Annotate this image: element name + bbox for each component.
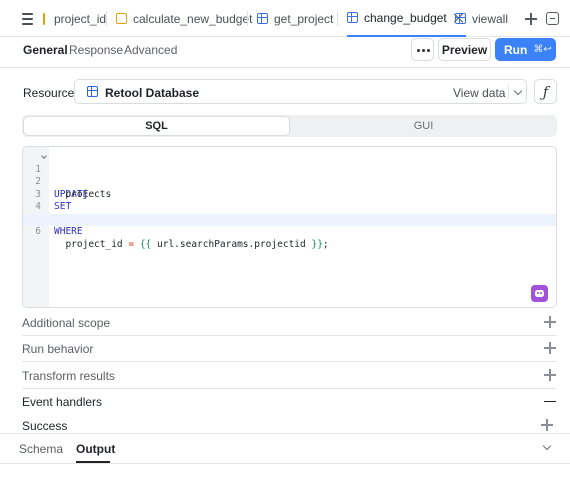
header-divider xyxy=(0,67,570,68)
collapse-panel-icon[interactable] xyxy=(546,12,559,25)
function-icon xyxy=(116,13,127,24)
tab-label: viewall xyxy=(472,11,509,26)
code-line: 2 projects xyxy=(23,164,556,200)
section-label: Run behavior xyxy=(22,342,94,356)
template-brace-open: {{ xyxy=(139,238,152,250)
add-handler-plus-icon[interactable] xyxy=(541,419,553,431)
tab-project-id[interactable]: project_id xyxy=(40,0,106,37)
divider xyxy=(508,85,509,99)
sql-code-editor[interactable]: 1 UPDATE 2 projects 3 SET 4 budget = 1 5… xyxy=(22,146,557,308)
database-query-icon xyxy=(455,13,466,24)
sql-operator: = xyxy=(128,238,135,250)
tab-label: change_budget xyxy=(364,10,447,25)
query-tab-bar: project_id calculate_new_budget get_proj… xyxy=(0,0,570,37)
preview-button[interactable]: Preview xyxy=(438,38,491,61)
tab-calculate-new-budget[interactable]: calculate_new_budget xyxy=(116,0,252,37)
tab-get-project[interactable]: get_project xyxy=(257,0,333,37)
more-options-button[interactable] xyxy=(411,38,434,61)
template-expression: url.searchParams.projectid xyxy=(157,238,306,250)
divider xyxy=(0,433,570,434)
section-transform-results[interactable]: Transform results xyxy=(22,362,557,388)
tab-viewall[interactable]: viewall xyxy=(455,0,508,37)
view-data-link[interactable]: View data xyxy=(453,86,505,100)
divider xyxy=(0,463,570,464)
section-label: Event handlers xyxy=(22,395,103,409)
expand-plus-icon[interactable] xyxy=(544,316,556,328)
js-variable-icon xyxy=(40,12,48,26)
fold-chevron-icon[interactable] xyxy=(41,153,47,159)
chevron-down-icon[interactable] xyxy=(542,441,552,451)
tab-label: project_id xyxy=(54,11,107,26)
hamburger-menu-icon[interactable] xyxy=(16,10,40,28)
chevron-down-icon xyxy=(513,86,523,96)
tab-general[interactable]: General xyxy=(23,43,68,57)
section-event-handlers[interactable]: Event handlers xyxy=(22,388,557,414)
tab-label: calculate_new_budget xyxy=(133,11,253,26)
section-run-behavior[interactable]: Run behavior xyxy=(22,335,557,361)
expand-plus-icon[interactable] xyxy=(544,342,556,354)
event-handler-success: Success xyxy=(22,412,557,438)
run-button[interactable]: Run ⌘↩ xyxy=(495,38,556,61)
robot-icon xyxy=(535,289,544,297)
sql-keyword: WHERE xyxy=(54,226,83,237)
mode-gui[interactable]: GUI xyxy=(290,115,557,137)
tab-label: get_project xyxy=(274,11,334,26)
resource-select[interactable]: Retool Database View data xyxy=(74,79,527,104)
code-line: 1 UPDATE xyxy=(23,151,556,200)
statement-terminator: ; xyxy=(322,238,329,250)
resource-name: Retool Database xyxy=(105,86,200,100)
code-line: 4 budget = 1 xyxy=(23,189,556,225)
query-mode-toggle: SQL GUI xyxy=(22,115,557,137)
code-line-current: 6 project_id = {{ url.searchParams.proje… xyxy=(23,213,556,250)
tab-output[interactable]: Output xyxy=(76,442,115,456)
database-query-icon xyxy=(347,12,358,23)
run-shortcut-hint: ⌘↩ xyxy=(533,44,552,55)
database-icon xyxy=(87,86,98,97)
tab-advanced[interactable]: Advanced xyxy=(124,43,177,57)
add-tab-plus-icon[interactable] xyxy=(525,13,537,25)
tab-schema[interactable]: Schema xyxy=(19,442,63,456)
event-handler-label: Success xyxy=(22,419,68,433)
mode-sql[interactable]: SQL xyxy=(23,116,290,136)
ai-assist-button[interactable] xyxy=(531,285,548,302)
fx-toggle-button[interactable]: ƒ xyxy=(534,79,557,104)
database-query-icon xyxy=(257,13,268,24)
section-label: Transform results xyxy=(22,369,115,383)
code-line: 3 SET xyxy=(23,176,556,213)
expand-plus-icon[interactable] xyxy=(544,369,556,381)
tab-response[interactable]: Response xyxy=(69,43,123,57)
template-brace-close: }} xyxy=(311,238,323,250)
section-label: Additional scope xyxy=(22,316,111,330)
collapse-minus-icon[interactable] xyxy=(544,400,556,402)
section-additional-scope[interactable]: Additional scope xyxy=(22,309,557,335)
tab-change-budget[interactable]: change_budget xyxy=(347,0,466,37)
resource-label: Resource xyxy=(23,86,75,100)
line-number: 6 xyxy=(35,226,41,237)
sql-identifier: project_id xyxy=(54,238,129,250)
code-line: 5 WHERE xyxy=(23,201,556,238)
run-label: Run xyxy=(504,42,528,57)
